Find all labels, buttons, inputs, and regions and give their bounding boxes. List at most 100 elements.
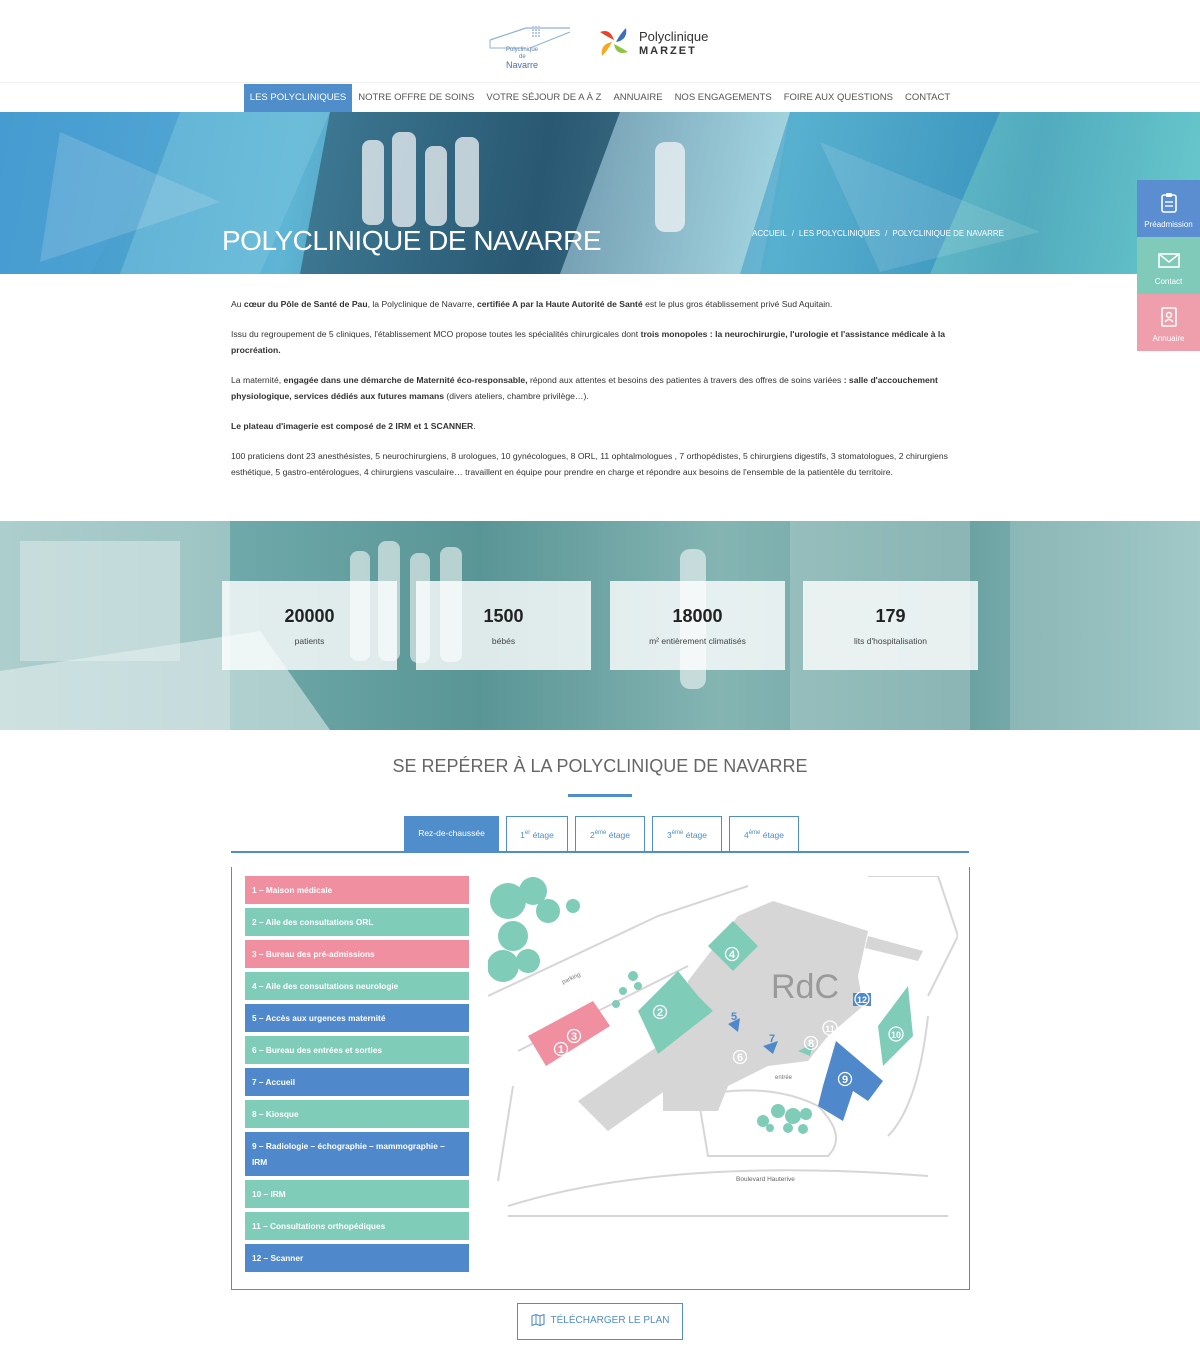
text: Au — [231, 299, 244, 309]
map-marker-number: 2 — [657, 1007, 663, 1019]
logo-navarre-line3: Navarre — [506, 60, 539, 70]
map-marker-number: 8 — [808, 1038, 814, 1050]
map-marker[interactable]: 5 — [731, 1011, 737, 1023]
map-marker-number: 12 — [857, 995, 867, 1005]
nav-item[interactable]: NOS ENGAGEMENTS — [669, 84, 778, 112]
map-icon — [530, 1314, 545, 1327]
main-nav-list: LES POLYCLINIQUES NOTRE OFFRE DE SOINS VOT… — [0, 84, 1200, 112]
legend-item[interactable]: 12 – Scanner — [245, 1244, 469, 1272]
floor-tab-suffix: étage — [683, 829, 708, 840]
floor-tab-sup: ème — [671, 830, 684, 836]
intro-paragraph-3: La maternité, engagée dans une démarche … — [231, 372, 971, 404]
floor-tab-label: Rez-de-chaussée — [418, 828, 485, 838]
breadcrumb-les-polycliniques[interactable]: LES POLYCLINIQUES — [799, 229, 880, 238]
logo-polyclinique-marzet[interactable]: Polyclinique MARZET — [596, 24, 716, 60]
stat-card: 179 lits d'hospitalisation — [803, 581, 978, 670]
stat-value: 179 — [875, 606, 906, 626]
parking-label: parking — [561, 972, 581, 986]
plan-section-title: SE REPÉRER À LA POLYCLINIQUE DE NAVARRE — [392, 756, 808, 776]
intro-paragraph-1: Au cœur du Pôle de Santé de Pau, la Poly… — [231, 296, 971, 312]
stat-value: 20000 — [284, 606, 335, 626]
map-marker-number: 3 — [571, 1031, 577, 1043]
stats-band: 20000 patients 1500 bébés 18000 m² entiè… — [0, 521, 1200, 730]
floor-tab[interactable]: Rez-de-chaussée — [404, 816, 499, 851]
navarre-logo-mark — [489, 26, 571, 49]
logo-navarre-line1: Polyclinique — [506, 47, 539, 53]
floor-tab-sup: ème — [748, 830, 761, 836]
intro-paragraph-5: 100 praticiens dont 23 anesthésistes, 5 … — [231, 451, 948, 477]
breadcrumb-current: POLYCLINIQUE DE NAVARRE — [892, 229, 1004, 238]
nav-item[interactable]: VOTRE SÉJOUR DE A À Z — [480, 84, 607, 112]
legend-item[interactable]: 9 – Radiologie – échographie – mammograp… — [245, 1132, 469, 1176]
text: , la Polyclinique de Navarre, — [367, 299, 477, 309]
stat-card: 1500 bébés — [416, 581, 591, 670]
map-marker-number: 9 — [842, 1074, 848, 1086]
side-tab-contact[interactable]: Contact — [1137, 237, 1200, 294]
intro-text: Au cœur du Pôle de Santé de Pau, la Poly… — [231, 296, 971, 494]
legend-item[interactable]: 10 – IRM — [245, 1180, 469, 1208]
floor-tab[interactable]: 3ème étage — [652, 816, 722, 851]
text-strong: cœur du Pôle de Santé de Pau — [243, 299, 368, 309]
stats-background-photo — [0, 521, 1200, 730]
address-book-icon — [1160, 307, 1177, 327]
stat-label: m² entièrement climatisés — [649, 636, 746, 646]
plan-legend: 1 – Maison médicale 2 – Aile des consulta… — [245, 876, 469, 1276]
main-nav: LES POLYCLINIQUES NOTRE OFFRE DE SOINS VOT… — [0, 84, 1200, 112]
legend-item[interactable]: 5 – Accès aux urgences maternité — [245, 1004, 469, 1032]
floor-plan-map[interactable]: 1234567 89101112 RdC parking entrée Boule… — [488, 876, 958, 1281]
legend-item[interactable]: 2 – Aile des consultations ORL — [245, 908, 469, 936]
hero-banner: POLYCLINIQUE DE NAVARRE ACCUEIL / LES POLY… — [0, 112, 1200, 274]
logo-polyclinique-navarre[interactable]: Polyclinique de Navarre — [486, 20, 576, 72]
site-header: Polyclinique de Navarre Polyclinique MAR… — [0, 0, 1200, 83]
map-marker-number: 10 — [891, 1030, 901, 1040]
floor-tab[interactable]: 2ème étage — [575, 816, 645, 851]
side-tab-contact-label: Contact — [1154, 277, 1183, 286]
stat-value: 1500 — [483, 606, 524, 626]
street-label: Boulevard Hauterive — [736, 1176, 795, 1183]
stat-label: lits d'hospitalisation — [854, 636, 927, 646]
legend-item[interactable]: 8 – Kiosque — [245, 1100, 469, 1128]
legend-item[interactable]: 1 – Maison médicale — [245, 876, 469, 904]
text: . — [473, 421, 476, 431]
side-tab-preadmission[interactable]: Préadmission — [1137, 180, 1200, 237]
map-marker[interactable]: 12 — [854, 991, 870, 1007]
nav-item[interactable]: ANNUAIRE — [607, 84, 668, 112]
legend-item[interactable]: 6 – Bureau des entrées et sorties — [245, 1036, 469, 1064]
map-marker[interactable]: 10 — [888, 1026, 904, 1042]
stat-label: bébés — [491, 636, 516, 646]
text: est le plus gros établissement privé Sud… — [642, 299, 833, 309]
map-marker-number: 6 — [737, 1052, 743, 1064]
marzet-logo-mark — [600, 28, 628, 56]
intro-paragraph-2: Issu du regroupement de 5 cliniques, l'é… — [231, 326, 971, 358]
floor-tab[interactable]: 4ème étage — [729, 816, 799, 851]
download-plan-button[interactable]: TÉLÉCHARGER LE PLAN — [517, 1303, 683, 1340]
map-marker-number: 7 — [769, 1033, 775, 1045]
envelope-icon — [1157, 253, 1180, 268]
page-title: POLYCLINIQUE DE NAVARRE — [222, 225, 602, 256]
breadcrumb-separator: / — [885, 229, 888, 238]
floor-tab[interactable]: 1er étage — [506, 816, 568, 851]
nav-item[interactable]: LES POLYCLINIQUES — [243, 84, 353, 112]
breadcrumb-accueil[interactable]: ACCUEIL — [752, 229, 787, 238]
text-strong: certifiée A par la Haute Autorité de San… — [476, 299, 643, 309]
side-tab-annuaire[interactable]: Annuaire — [1137, 294, 1200, 351]
download-plan-label: TÉLÉCHARGER LE PLAN — [550, 1315, 670, 1326]
text-strong: Le plateau d'imagerie est composé de 2 I… — [231, 421, 474, 431]
legend-item[interactable]: 3 – Bureau des pré-admissions — [245, 940, 469, 968]
title-underline — [568, 794, 632, 797]
text: répond aux attentes et besoins des patie… — [527, 375, 844, 385]
nav-item[interactable]: NOTRE OFFRE DE SOINS — [352, 84, 480, 112]
legend-item[interactable]: 11 – Consultations orthopédiques — [245, 1212, 469, 1240]
map-marker[interactable]: 7 — [769, 1033, 775, 1045]
nav-item[interactable]: CONTACT — [899, 84, 956, 112]
clipboard-icon — [1160, 193, 1177, 213]
legend-item[interactable]: 7 – Accueil — [245, 1068, 469, 1096]
floor-label: RdC — [771, 968, 839, 1006]
legend-item[interactable]: 4 – Aile des consultations neurologie — [245, 972, 469, 1000]
logo-marzet-line2: MARZET — [639, 45, 697, 57]
floor-tab-suffix: étage — [760, 829, 785, 840]
nav-item[interactable]: FOIRE AUX QUESTIONS — [778, 84, 899, 112]
text: Issu du regroupement de 5 cliniques, l'é… — [231, 329, 641, 339]
entrance-label: entrée — [775, 1075, 793, 1081]
intro-paragraph-4: Le plateau d'imagerie est composé de 2 I… — [231, 418, 971, 434]
